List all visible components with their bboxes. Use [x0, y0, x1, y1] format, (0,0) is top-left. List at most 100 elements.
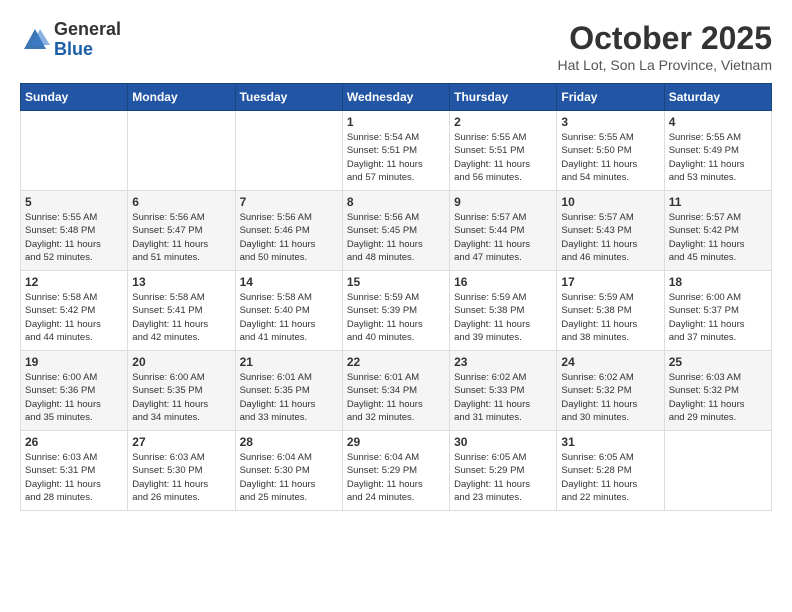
- day-number: 5: [25, 195, 123, 209]
- day-number: 9: [454, 195, 552, 209]
- calendar-cell: [235, 111, 342, 191]
- day-info: Sunrise: 5:55 AM Sunset: 5:48 PM Dayligh…: [25, 211, 123, 264]
- calendar-cell: 12 Sunrise: 5:58 AM Sunset: 5:42 PM Dayli…: [21, 271, 128, 351]
- calendar-cell: 10Sunrise: 5:57 AM Sunset: 5:43 PM Dayli…: [557, 191, 664, 271]
- weekday-header: Friday: [557, 84, 664, 111]
- day-number: 28: [240, 435, 338, 449]
- calendar-cell: 6 Sunrise: 5:56 AM Sunset: 5:47 PM Daylig…: [128, 191, 235, 271]
- calendar-cell: 9Sunrise: 5:57 AM Sunset: 5:44 PM Daylig…: [450, 191, 557, 271]
- day-number: 26: [25, 435, 123, 449]
- day-info: Sunrise: 6:04 AM Sunset: 5:29 PM Dayligh…: [347, 451, 445, 504]
- calendar-cell: 3 Sunrise: 5:55 AM Sunset: 5:50 PM Daylig…: [557, 111, 664, 191]
- day-number: 21: [240, 355, 338, 369]
- day-number: 16: [454, 275, 552, 289]
- day-number: 25: [669, 355, 767, 369]
- day-info: Sunrise: 5:55 AM Sunset: 5:49 PM Dayligh…: [669, 131, 767, 184]
- calendar-week-row: 5 Sunrise: 5:55 AM Sunset: 5:48 PM Daylig…: [21, 191, 772, 271]
- day-info: Sunrise: 5:55 AM Sunset: 5:50 PM Dayligh…: [561, 131, 659, 184]
- day-info: Sunrise: 6:00 AM Sunset: 5:35 PM Dayligh…: [132, 371, 230, 424]
- day-number: 27: [132, 435, 230, 449]
- calendar-cell: 19 Sunrise: 6:00 AM Sunset: 5:36 PM Dayli…: [21, 351, 128, 431]
- calendar-cell: 20Sunrise: 6:00 AM Sunset: 5:35 PM Dayli…: [128, 351, 235, 431]
- weekday-header: Sunday: [21, 84, 128, 111]
- day-info: Sunrise: 6:03 AM Sunset: 5:31 PM Dayligh…: [25, 451, 123, 504]
- day-number: 31: [561, 435, 659, 449]
- calendar-cell: 22 Sunrise: 6:01 AM Sunset: 5:34 PM Dayli…: [342, 351, 449, 431]
- calendar-cell: 1 Sunrise: 5:54 AM Sunset: 5:51 PM Daylig…: [342, 111, 449, 191]
- weekday-header: Monday: [128, 84, 235, 111]
- day-info: Sunrise: 5:56 AM Sunset: 5:47 PM Dayligh…: [132, 211, 230, 264]
- weekday-header: Tuesday: [235, 84, 342, 111]
- calendar-week-row: 1 Sunrise: 5:54 AM Sunset: 5:51 PM Daylig…: [21, 111, 772, 191]
- day-info: Sunrise: 6:01 AM Sunset: 5:35 PM Dayligh…: [240, 371, 338, 424]
- calendar-cell: 4 Sunrise: 5:55 AM Sunset: 5:49 PM Daylig…: [664, 111, 771, 191]
- calendar-cell: 11Sunrise: 5:57 AM Sunset: 5:42 PM Dayli…: [664, 191, 771, 271]
- day-info: Sunrise: 5:59 AM Sunset: 5:38 PM Dayligh…: [454, 291, 552, 344]
- day-number: 4: [669, 115, 767, 129]
- day-number: 15: [347, 275, 445, 289]
- day-number: 14: [240, 275, 338, 289]
- calendar-cell: 30 Sunrise: 6:05 AM Sunset: 5:29 PM Dayli…: [450, 431, 557, 511]
- day-info: Sunrise: 6:05 AM Sunset: 5:29 PM Dayligh…: [454, 451, 552, 504]
- day-info: Sunrise: 6:03 AM Sunset: 5:30 PM Dayligh…: [132, 451, 230, 504]
- day-info: Sunrise: 6:05 AM Sunset: 5:28 PM Dayligh…: [561, 451, 659, 504]
- day-info: Sunrise: 5:56 AM Sunset: 5:45 PM Dayligh…: [347, 211, 445, 264]
- calendar-cell: 8Sunrise: 5:56 AM Sunset: 5:45 PM Daylig…: [342, 191, 449, 271]
- day-number: 29: [347, 435, 445, 449]
- day-info: Sunrise: 6:01 AM Sunset: 5:34 PM Dayligh…: [347, 371, 445, 424]
- day-info: Sunrise: 5:59 AM Sunset: 5:38 PM Dayligh…: [561, 291, 659, 344]
- calendar-cell: 5 Sunrise: 5:55 AM Sunset: 5:48 PM Daylig…: [21, 191, 128, 271]
- day-number: 30: [454, 435, 552, 449]
- calendar-cell: 21 Sunrise: 6:01 AM Sunset: 5:35 PM Dayli…: [235, 351, 342, 431]
- weekday-header: Thursday: [450, 84, 557, 111]
- day-info: Sunrise: 6:02 AM Sunset: 5:32 PM Dayligh…: [561, 371, 659, 424]
- day-number: 2: [454, 115, 552, 129]
- day-number: 1: [347, 115, 445, 129]
- day-info: Sunrise: 5:58 AM Sunset: 5:40 PM Dayligh…: [240, 291, 338, 344]
- day-number: 17: [561, 275, 659, 289]
- calendar-cell: 27 Sunrise: 6:03 AM Sunset: 5:30 PM Dayli…: [128, 431, 235, 511]
- day-number: 23: [454, 355, 552, 369]
- calendar-cell: 17 Sunrise: 5:59 AM Sunset: 5:38 PM Dayli…: [557, 271, 664, 351]
- calendar-cell: 29 Sunrise: 6:04 AM Sunset: 5:29 PM Dayli…: [342, 431, 449, 511]
- day-info: Sunrise: 6:02 AM Sunset: 5:33 PM Dayligh…: [454, 371, 552, 424]
- calendar-cell: 13Sunrise: 5:58 AM Sunset: 5:41 PM Dayli…: [128, 271, 235, 351]
- calendar-cell: 14 Sunrise: 5:58 AM Sunset: 5:40 PM Dayli…: [235, 271, 342, 351]
- day-number: 19: [25, 355, 123, 369]
- calendar-cell: 16 Sunrise: 5:59 AM Sunset: 5:38 PM Dayli…: [450, 271, 557, 351]
- calendar-cell: 15Sunrise: 5:59 AM Sunset: 5:39 PM Dayli…: [342, 271, 449, 351]
- title-block: October 2025 Hat Lot, Son La Province, V…: [557, 20, 772, 73]
- day-info: Sunrise: 5:54 AM Sunset: 5:51 PM Dayligh…: [347, 131, 445, 184]
- logo-text: General Blue: [54, 20, 121, 60]
- calendar-week-row: 12 Sunrise: 5:58 AM Sunset: 5:42 PM Dayli…: [21, 271, 772, 351]
- calendar-cell: 7Sunrise: 5:56 AM Sunset: 5:46 PM Daylig…: [235, 191, 342, 271]
- calendar-week-row: 26 Sunrise: 6:03 AM Sunset: 5:31 PM Dayli…: [21, 431, 772, 511]
- calendar-cell: 31 Sunrise: 6:05 AM Sunset: 5:28 PM Dayli…: [557, 431, 664, 511]
- calendar-cell: [128, 111, 235, 191]
- day-number: 12: [25, 275, 123, 289]
- weekday-header: Wednesday: [342, 84, 449, 111]
- calendar-cell: 24Sunrise: 6:02 AM Sunset: 5:32 PM Dayli…: [557, 351, 664, 431]
- weekday-header: Saturday: [664, 84, 771, 111]
- month-title: October 2025: [557, 20, 772, 57]
- day-info: Sunrise: 6:04 AM Sunset: 5:30 PM Dayligh…: [240, 451, 338, 504]
- day-info: Sunrise: 6:00 AM Sunset: 5:37 PM Dayligh…: [669, 291, 767, 344]
- logo-blue: Blue: [54, 39, 93, 59]
- day-info: Sunrise: 5:58 AM Sunset: 5:42 PM Dayligh…: [25, 291, 123, 344]
- day-number: 6: [132, 195, 230, 209]
- day-info: Sunrise: 5:57 AM Sunset: 5:43 PM Dayligh…: [561, 211, 659, 264]
- day-info: Sunrise: 5:58 AM Sunset: 5:41 PM Dayligh…: [132, 291, 230, 344]
- day-number: 22: [347, 355, 445, 369]
- calendar-cell: 25Sunrise: 6:03 AM Sunset: 5:32 PM Dayli…: [664, 351, 771, 431]
- day-info: Sunrise: 6:00 AM Sunset: 5:36 PM Dayligh…: [25, 371, 123, 424]
- calendar-table: SundayMondayTuesdayWednesdayThursdayFrid…: [20, 83, 772, 511]
- calendar-cell: [664, 431, 771, 511]
- page-header: General Blue October 2025 Hat Lot, Son L…: [20, 20, 772, 73]
- day-number: 3: [561, 115, 659, 129]
- calendar-cell: 2Sunrise: 5:55 AM Sunset: 5:51 PM Daylig…: [450, 111, 557, 191]
- logo-icon: [20, 25, 50, 55]
- calendar-cell: 18Sunrise: 6:00 AM Sunset: 5:37 PM Dayli…: [664, 271, 771, 351]
- day-number: 7: [240, 195, 338, 209]
- calendar-week-row: 19 Sunrise: 6:00 AM Sunset: 5:36 PM Dayli…: [21, 351, 772, 431]
- day-number: 11: [669, 195, 767, 209]
